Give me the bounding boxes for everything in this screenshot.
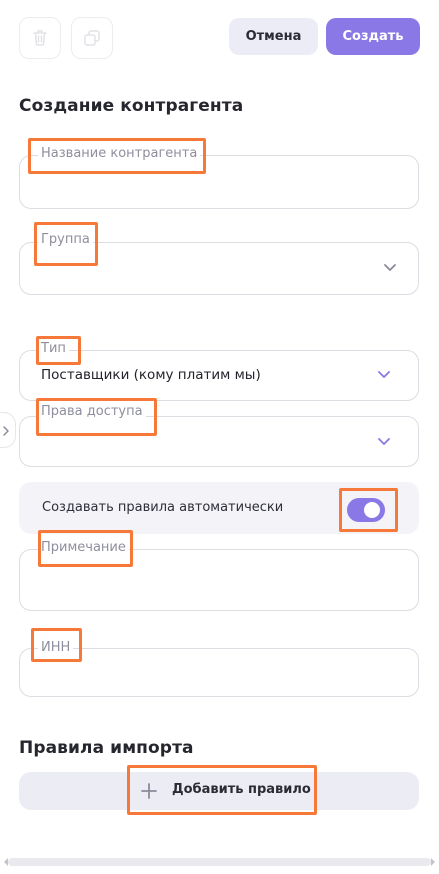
delete-button[interactable] bbox=[19, 17, 61, 59]
copy-icon bbox=[84, 30, 100, 46]
chevron-down-icon[interactable] bbox=[377, 437, 391, 447]
type-label-highlight bbox=[36, 336, 81, 365]
scroll-right-icon[interactable] bbox=[429, 857, 437, 867]
toggle-highlight bbox=[339, 488, 398, 532]
trash-icon bbox=[33, 30, 47, 46]
chevron-down-icon[interactable] bbox=[377, 370, 391, 380]
horizontal-scrollbar[interactable] bbox=[8, 858, 431, 866]
note-label-highlight bbox=[38, 530, 133, 567]
sidebar-expand-tab[interactable] bbox=[0, 412, 16, 448]
copy-button[interactable] bbox=[71, 17, 113, 59]
form-title: Создание контрагента bbox=[19, 96, 244, 116]
access-label-highlight bbox=[36, 398, 157, 436]
chevron-right-icon bbox=[3, 426, 9, 436]
add-rule-highlight bbox=[127, 765, 317, 815]
import-rules-title: Правила импорта bbox=[19, 738, 194, 758]
type-select-value: Поставщики (кому платим мы) bbox=[41, 367, 261, 383]
scroll-left-icon[interactable] bbox=[2, 857, 10, 867]
inn-label-highlight bbox=[31, 628, 82, 662]
create-button[interactable]: Создать bbox=[326, 18, 420, 55]
chevron-down-icon[interactable] bbox=[383, 263, 397, 273]
name-label-highlight bbox=[28, 138, 206, 174]
auto-rules-label: Создавать правила автоматически bbox=[42, 500, 284, 515]
group-label-highlight bbox=[34, 222, 98, 266]
cancel-button[interactable]: Отмена bbox=[229, 18, 318, 55]
